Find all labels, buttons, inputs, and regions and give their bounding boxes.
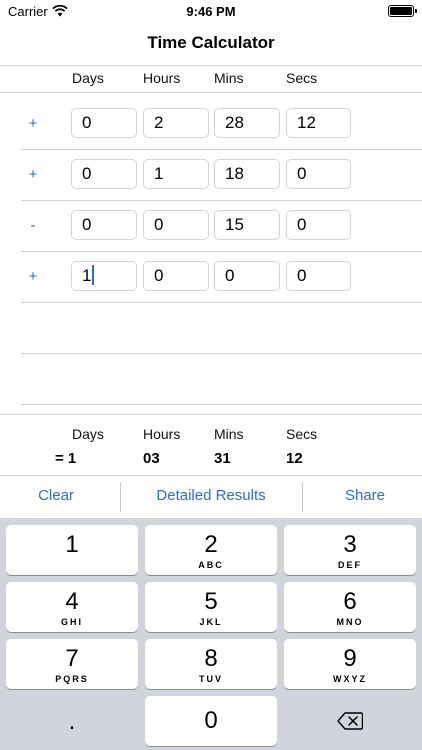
result-mins-value: 31 [214, 450, 231, 467]
key-digit: 5 [204, 588, 218, 615]
key-6[interactable]: 6 MNO [284, 582, 416, 632]
status-bar: Carrier 9:46 PM [0, 0, 422, 24]
row-secs-input[interactable]: 0 [286, 210, 351, 240]
row-operator-button[interactable]: - [21, 217, 45, 234]
result-hours-value: 03 [143, 450, 160, 467]
key-letters: WXYZ [333, 674, 367, 684]
row-operator-button[interactable]: + [21, 115, 45, 132]
key-3[interactable]: 3 DEF [284, 525, 416, 575]
key-4[interactable]: 4 GHI [6, 582, 138, 632]
detailed-results-button[interactable]: Detailed Results [121, 487, 301, 504]
key-letters: JKL [199, 617, 223, 627]
actions-divider [0, 475, 422, 476]
row-days-input[interactable]: 0 [71, 108, 137, 138]
result-divider [0, 414, 422, 415]
clear-button[interactable]: Clear [0, 487, 112, 504]
row-days-input[interactable]: 1 [71, 261, 137, 291]
key-7[interactable]: 7 PQRS [6, 639, 138, 689]
delete-key[interactable] [284, 696, 416, 746]
key-letters: TUV [199, 674, 223, 684]
result-header-days: Days [72, 426, 104, 442]
column-header-secs: Secs [286, 70, 318, 86]
status-time: 9:46 PM [186, 4, 236, 19]
row-days-input[interactable]: 0 [71, 210, 137, 240]
text-cursor [92, 265, 95, 285]
row-hours-input[interactable]: 0 [143, 210, 209, 240]
row-hours-input[interactable]: 1 [143, 159, 209, 189]
key-5[interactable]: 5 JKL [145, 582, 277, 632]
key-digit: 0 [204, 707, 218, 734]
result-secs-value: 12 [286, 450, 303, 467]
key-digit: 9 [343, 645, 357, 672]
row-secs-input[interactable]: 12 [286, 108, 351, 138]
row-mins-input[interactable]: 18 [214, 159, 280, 189]
key-letters: MNO [336, 617, 364, 627]
row-divider [21, 200, 422, 201]
key-2[interactable]: 2 ABC [145, 525, 277, 575]
result-header-hours: Hours [143, 426, 181, 442]
key-9[interactable]: 9 WXYZ [284, 639, 416, 689]
row-operator-button[interactable]: + [21, 166, 45, 183]
key-1[interactable]: 1 [6, 525, 138, 575]
row-secs-input[interactable]: 0 [286, 159, 351, 189]
row-hours-input[interactable]: 0 [143, 261, 209, 291]
key-digit: . [68, 708, 76, 735]
key-letters: DEF [338, 560, 362, 570]
row-mins-input[interactable]: 0 [214, 261, 280, 291]
key-digit: 1 [65, 531, 79, 558]
row-days-value: 1 [82, 266, 92, 285]
column-header-mins: Mins [214, 70, 244, 86]
action-separator [302, 482, 303, 512]
key-digit: 2 [204, 531, 218, 558]
row-secs-input[interactable]: 0 [286, 261, 351, 291]
row-days-input[interactable]: 0 [71, 159, 137, 189]
share-button[interactable]: Share [308, 487, 422, 504]
row-divider [21, 302, 422, 303]
result-header-secs: Secs [286, 426, 318, 442]
result-header-mins: Mins [214, 426, 244, 442]
row-operator-button[interactable]: + [21, 268, 45, 285]
row-hours-input[interactable]: 2 [143, 108, 209, 138]
key-letters: ABC [198, 560, 224, 570]
key-digit: 4 [65, 588, 79, 615]
nav-divider [0, 65, 422, 66]
key-digit: 3 [343, 531, 357, 558]
backspace-icon [337, 712, 364, 730]
column-header-days: Days [72, 70, 104, 86]
row-divider [21, 251, 422, 252]
page-title: Time Calculator [147, 33, 275, 52]
key-0[interactable]: 0 [145, 696, 277, 746]
key-decimal[interactable]: . [6, 696, 138, 746]
battery-icon [388, 5, 417, 17]
key-letters: PQRS [55, 674, 89, 684]
result-days-value: = 1 [55, 450, 77, 467]
key-8[interactable]: 8 TUV [145, 639, 277, 689]
row-divider [21, 149, 422, 150]
row-mins-input[interactable]: 28 [214, 108, 280, 138]
key-digit: 8 [204, 645, 218, 672]
row-divider [21, 404, 422, 405]
numeric-keyboard: 1 2 ABC 3 DEF 4 GHI 5 JKL 6 MNO 7 PQRS 8… [0, 518, 422, 750]
header-divider [0, 92, 422, 93]
row-mins-input[interactable]: 15 [214, 210, 280, 240]
key-digit: 6 [343, 588, 357, 615]
column-header-hours: Hours [143, 70, 181, 86]
key-digit: 7 [65, 645, 79, 672]
key-letters: GHI [60, 617, 83, 627]
row-divider [21, 353, 422, 354]
